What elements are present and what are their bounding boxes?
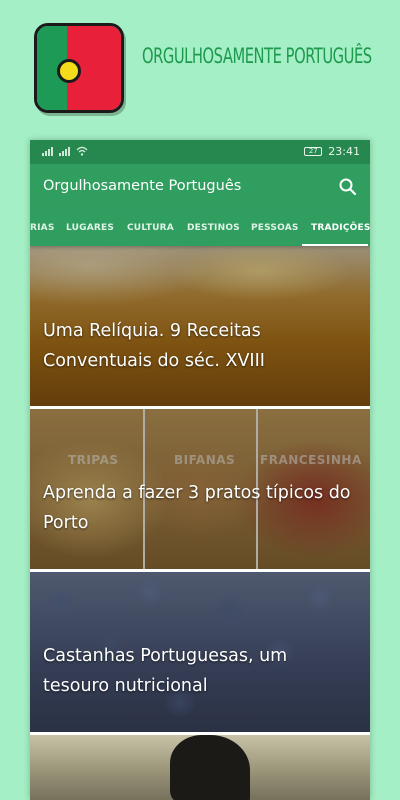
article-card[interactable]: Uma Relíquia. 9 Receitas Conventuais do … <box>30 246 370 406</box>
app-title: Orgulhosamente Português <box>43 178 242 194</box>
article-title: Aprenda a fazer 3 pratos típicos do Port… <box>43 483 351 533</box>
promo-title: ORGULHOSAMENTE PORTUGUÊS <box>142 44 372 68</box>
status-time: 23:41 <box>328 145 360 158</box>
phone-screen: 27 23:41 Orgulhosamente Português RIAS L… <box>30 140 370 800</box>
app-logo <box>34 23 124 113</box>
tab-destinos[interactable]: DESTINOS <box>187 223 240 233</box>
article-title: Castanhas Portuguesas, um tesouro nutric… <box>43 646 288 696</box>
armillary-sphere-icon <box>57 59 81 83</box>
article-title: Uma Relíquia. 9 Receitas Conventuais do … <box>43 321 265 371</box>
category-tabs: RIAS LUGARES CULTURA DESTINOS PESSOAS TR… <box>30 210 370 246</box>
signal-icon <box>59 146 70 156</box>
tab-cultura[interactable]: CULTURA <box>127 223 174 233</box>
wifi-icon <box>76 146 88 156</box>
battery-icon: 27 <box>304 147 323 156</box>
tab-tradicoes[interactable]: TRADIÇÕES <box>311 223 370 233</box>
signal-icon <box>42 146 53 156</box>
toolbar: Orgulhosamente Português <box>30 164 370 210</box>
tab-pessoas[interactable]: PESSOAS <box>251 223 299 233</box>
article-card[interactable]: TRIPAS BIFANAS FRANCESINHA Aprenda a faz… <box>30 409 370 569</box>
article-card[interactable]: Castanhas Portuguesas, um tesouro nutric… <box>30 572 370 732</box>
tab-rias[interactable]: RIAS <box>30 223 55 233</box>
search-icon[interactable] <box>338 177 358 197</box>
article-image <box>30 735 370 800</box>
article-card[interactable] <box>30 735 370 800</box>
tab-lugares[interactable]: LUGARES <box>66 223 114 233</box>
article-feed: Uma Relíquia. 9 Receitas Conventuais do … <box>30 246 370 800</box>
active-tab-indicator <box>302 244 368 246</box>
status-bar: 27 23:41 <box>30 140 370 164</box>
